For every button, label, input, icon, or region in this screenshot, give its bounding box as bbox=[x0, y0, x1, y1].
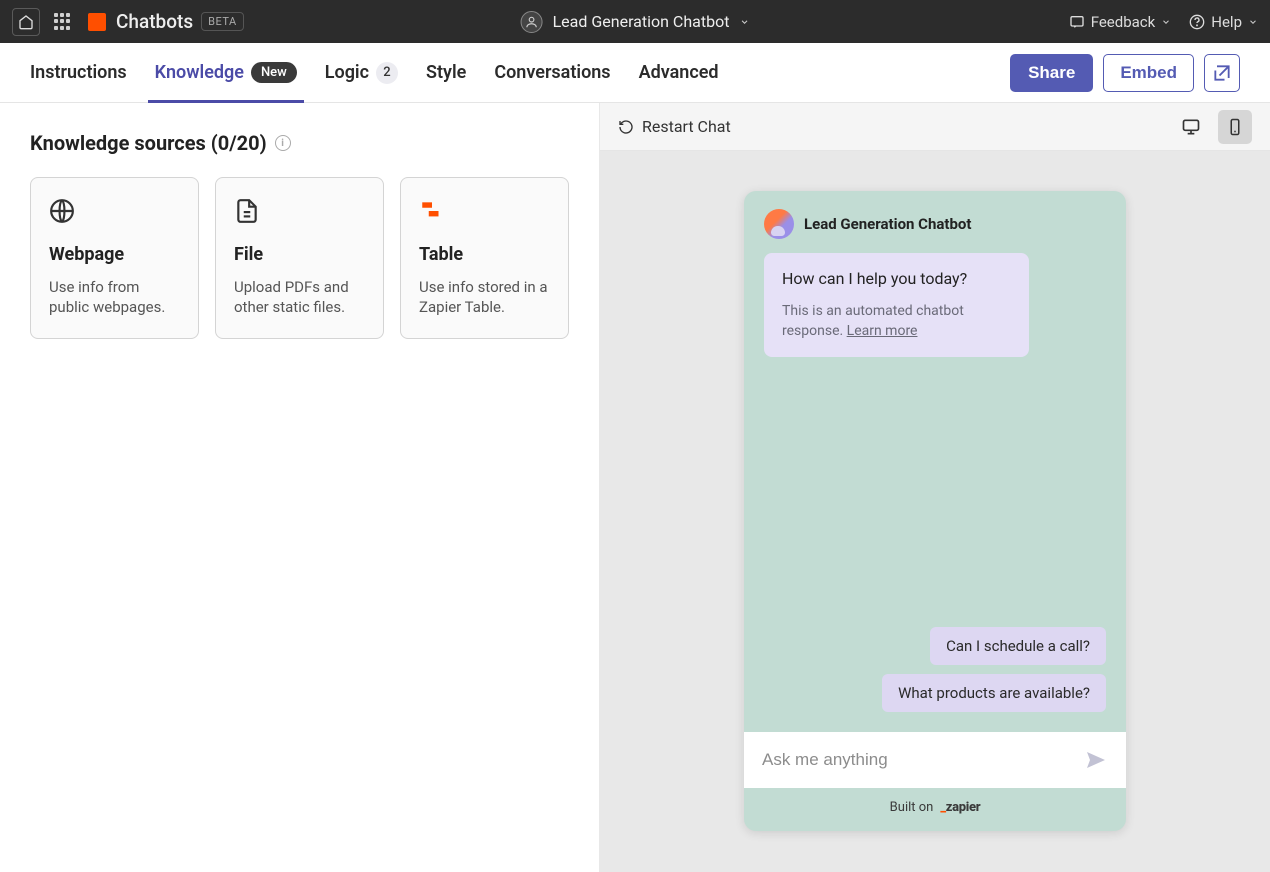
chat-input[interactable] bbox=[762, 750, 1084, 770]
tab-style[interactable]: Style bbox=[426, 43, 466, 102]
chevron-down-icon bbox=[1161, 17, 1171, 27]
source-card-file[interactable]: File Upload PDFs and other static files. bbox=[215, 177, 384, 339]
zapier-logo-icon bbox=[88, 13, 106, 31]
table-icon bbox=[419, 198, 445, 224]
source-card-webpage[interactable]: Webpage Use info from public webpages. bbox=[30, 177, 199, 339]
knowledge-title: Knowledge sources (0/20) i bbox=[30, 131, 569, 155]
suggestion-chip[interactable]: Can I schedule a call? bbox=[930, 627, 1106, 665]
tab-advanced[interactable]: Advanced bbox=[639, 43, 719, 102]
home-button[interactable] bbox=[12, 8, 40, 36]
mobile-icon bbox=[1226, 118, 1244, 136]
popout-icon bbox=[1212, 63, 1232, 83]
source-card-table[interactable]: Table Use info stored in a Zapier Table. bbox=[400, 177, 569, 339]
chat-preview: Lead Generation Chatbot How can I help y… bbox=[744, 191, 1126, 831]
chatbot-selector[interactable]: Lead Generation Chatbot bbox=[521, 11, 750, 33]
tab-conversations[interactable]: Conversations bbox=[494, 43, 610, 102]
chat-title: Lead Generation Chatbot bbox=[804, 215, 971, 233]
knowledge-panel: Knowledge sources (0/20) i Webpage Use i… bbox=[0, 103, 600, 872]
desktop-preview-button[interactable] bbox=[1174, 110, 1208, 144]
send-button[interactable] bbox=[1084, 748, 1108, 772]
help-link[interactable]: Help bbox=[1189, 13, 1258, 31]
new-badge: New bbox=[251, 62, 297, 83]
info-icon[interactable]: i bbox=[275, 135, 291, 151]
open-externally-button[interactable] bbox=[1204, 54, 1240, 92]
tab-knowledge[interactable]: Knowledge New bbox=[155, 43, 297, 102]
tab-instructions[interactable]: Instructions bbox=[30, 43, 127, 102]
bot-greeting: How can I help you today? bbox=[782, 269, 1011, 288]
desktop-icon bbox=[1181, 117, 1201, 137]
mobile-preview-button[interactable] bbox=[1218, 110, 1252, 144]
feedback-link[interactable]: Feedback bbox=[1069, 13, 1172, 31]
learn-more-link[interactable]: Learn more bbox=[847, 323, 918, 339]
bot-message: How can I help you today? This is an aut… bbox=[764, 253, 1029, 357]
chevron-down-icon bbox=[739, 17, 749, 27]
restart-icon bbox=[618, 119, 634, 135]
chat-footer: Built on zapier bbox=[744, 788, 1126, 831]
help-icon bbox=[1189, 14, 1205, 30]
product-title: Chatbots bbox=[116, 10, 193, 33]
restart-chat-button[interactable]: Restart Chat bbox=[618, 117, 731, 136]
tabs-row: Instructions Knowledge New Logic 2 Style… bbox=[0, 43, 1270, 103]
tab-logic[interactable]: Logic 2 bbox=[325, 43, 398, 102]
apps-grid-button[interactable] bbox=[54, 13, 72, 31]
suggestion-chip[interactable]: What products are available? bbox=[882, 674, 1106, 712]
beta-badge: BETA bbox=[201, 12, 244, 31]
logic-count-badge: 2 bbox=[376, 62, 398, 84]
chatbot-avatar-icon bbox=[764, 209, 794, 239]
share-button[interactable]: Share bbox=[1010, 54, 1093, 92]
app-header: Chatbots BETA Lead Generation Chatbot Fe… bbox=[0, 0, 1270, 43]
disclaimer-text: This is an automated chatbot response. L… bbox=[782, 302, 1011, 341]
zapier-wordmark: zapier bbox=[940, 800, 980, 815]
embed-button[interactable]: Embed bbox=[1103, 54, 1194, 92]
globe-icon bbox=[49, 198, 75, 224]
avatar-icon bbox=[521, 11, 543, 33]
preview-panel: Restart Chat Lead Generation Chatbot bbox=[600, 103, 1270, 872]
chatbot-name-label: Lead Generation Chatbot bbox=[553, 12, 730, 31]
file-icon bbox=[234, 198, 260, 224]
feedback-icon bbox=[1069, 14, 1085, 30]
chevron-down-icon bbox=[1248, 17, 1258, 27]
home-icon bbox=[18, 14, 34, 30]
